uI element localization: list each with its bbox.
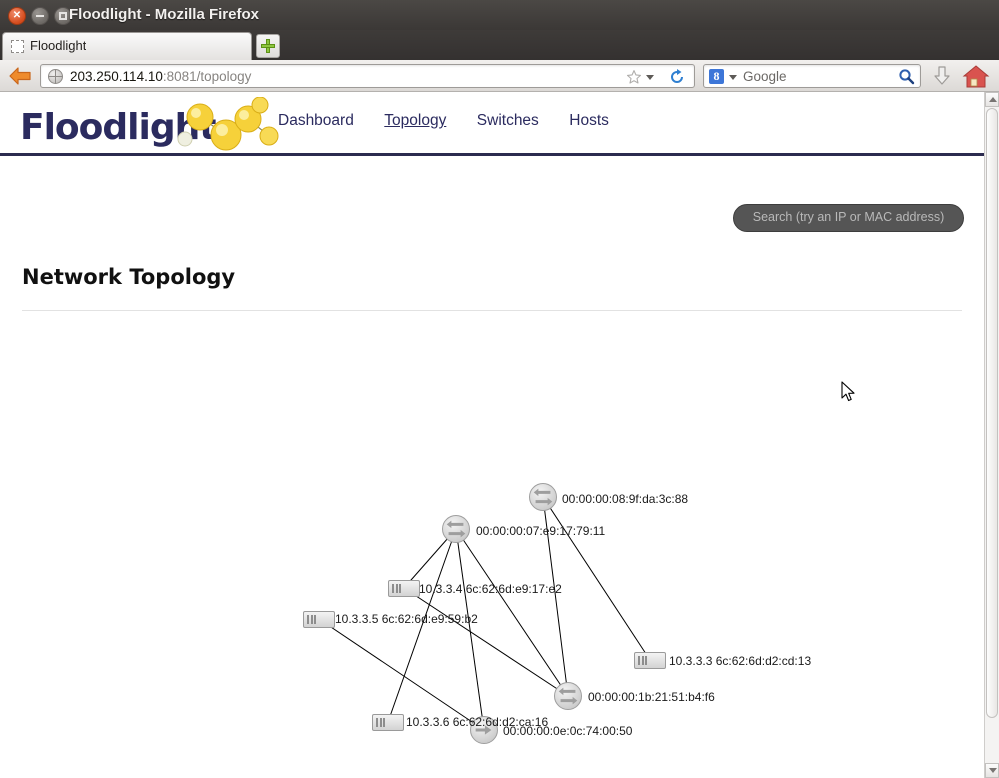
host-node[interactable] [303, 611, 335, 628]
browser-search-box[interactable]: 8 Google [703, 64, 921, 88]
app-search-placeholder: Search (try an IP or MAC address) [752, 210, 945, 224]
floodlight-logo[interactable]: Floodlight [20, 97, 279, 152]
url-path: :8081/topology [162, 69, 252, 84]
tab-floodlight[interactable]: Floodlight [2, 32, 252, 60]
switch-node[interactable] [554, 682, 582, 710]
topology-link [455, 528, 485, 731]
switch-label: 00:00:00:07:e9:17:79:11 [476, 524, 606, 538]
switch-node[interactable] [442, 515, 470, 543]
logo-graph-icon [177, 97, 279, 151]
nav-item-dashboard[interactable]: Dashboard [278, 112, 354, 130]
scroll-down-arrow[interactable] [985, 763, 999, 778]
switch-label: 00:00:00:08:9f:da:3c:88 [562, 492, 689, 506]
app-header: Floodlight Dashboard Topology Switches H… [0, 92, 984, 156]
bookmark-star-icon[interactable] [626, 69, 642, 85]
nav-item-hosts[interactable]: Hosts [569, 112, 609, 130]
site-globe-icon [48, 69, 63, 84]
host-bars-icon [376, 718, 386, 727]
nav-item-topology[interactable]: Topology [384, 112, 446, 130]
tab-favicon-icon [11, 40, 24, 53]
url-bar[interactable]: 203.250.114.10:8081/topology [40, 64, 695, 88]
host-label: 10.3.3.4 6c:62:6d:e9:17:e2 [419, 582, 562, 596]
tab-bar: Floodlight [0, 30, 999, 60]
google-logo-icon: 8 [709, 69, 724, 84]
search-engine-label: Google [743, 69, 787, 84]
close-icon[interactable]: ✕ [8, 7, 26, 25]
topology-link [403, 587, 569, 697]
page-viewport: Floodlight Dashboard Topology Switches H… [0, 92, 999, 778]
scrollbar-thumb[interactable] [986, 108, 998, 718]
host-node[interactable] [372, 714, 404, 731]
search-engine-dropdown-icon[interactable] [729, 75, 737, 80]
new-tab-button[interactable] [256, 34, 280, 58]
url-host: 203.250.114.10 [70, 69, 163, 84]
host-bars-icon [392, 584, 402, 593]
window-title: Floodlight - Mozilla Firefox [69, 6, 259, 23]
topology-link [542, 496, 651, 661]
floodlight-app: Floodlight Dashboard Topology Switches H… [0, 92, 984, 778]
url-text: 203.250.114.10:8081/topology [70, 68, 251, 85]
host-label: 10.3.3.6 6c:62:6d:d2:ca:16 [406, 715, 549, 729]
window-controls: ✕ [8, 7, 72, 25]
vertical-scrollbar[interactable] [984, 92, 999, 778]
window-titlebar: ✕ Floodlight - Mozilla Firefox [0, 0, 999, 31]
page-title: Network Topology [22, 265, 236, 289]
host-label: 10.3.3.3 6c:62:6d:d2:cd:13 [669, 654, 812, 668]
host-node[interactable] [634, 652, 666, 669]
reload-icon[interactable] [668, 68, 686, 86]
navigation-toolbar: 203.250.114.10:8081/topology 8 Google [0, 60, 999, 92]
switch-node[interactable] [529, 483, 557, 511]
app-search-input[interactable]: Search (try an IP or MAC address) [733, 204, 964, 232]
scroll-up-arrow[interactable] [985, 92, 999, 107]
switch-label: 00:00:00:1b:21:51:b4:f6 [588, 690, 715, 704]
minimize-icon[interactable] [31, 7, 49, 25]
main-nav: Dashboard Topology Switches Hosts [278, 112, 635, 138]
magnifier-icon[interactable] [898, 68, 915, 85]
host-bars-icon [638, 656, 648, 665]
host-label: 10.3.3.5 6c:62:6d:e9:59:b2 [335, 612, 478, 626]
download-arrow-icon[interactable] [930, 65, 954, 88]
back-arrow-icon[interactable] [7, 65, 33, 87]
topology-links [318, 496, 651, 731]
host-node[interactable] [388, 580, 420, 597]
bookmark-dropdown-icon[interactable] [646, 75, 654, 80]
topology-canvas[interactable]: 00:00:00:08:9f:da:3c:88 00:00:00:07:e9:17… [0, 317, 984, 777]
host-bars-icon [307, 615, 317, 624]
tab-label: Floodlight [30, 38, 87, 53]
title-divider [22, 310, 962, 311]
nav-item-switches[interactable]: Switches [477, 112, 539, 130]
home-icon[interactable] [962, 64, 990, 89]
browser-window: ✕ Floodlight - Mozilla Firefox Floodligh… [0, 0, 999, 778]
